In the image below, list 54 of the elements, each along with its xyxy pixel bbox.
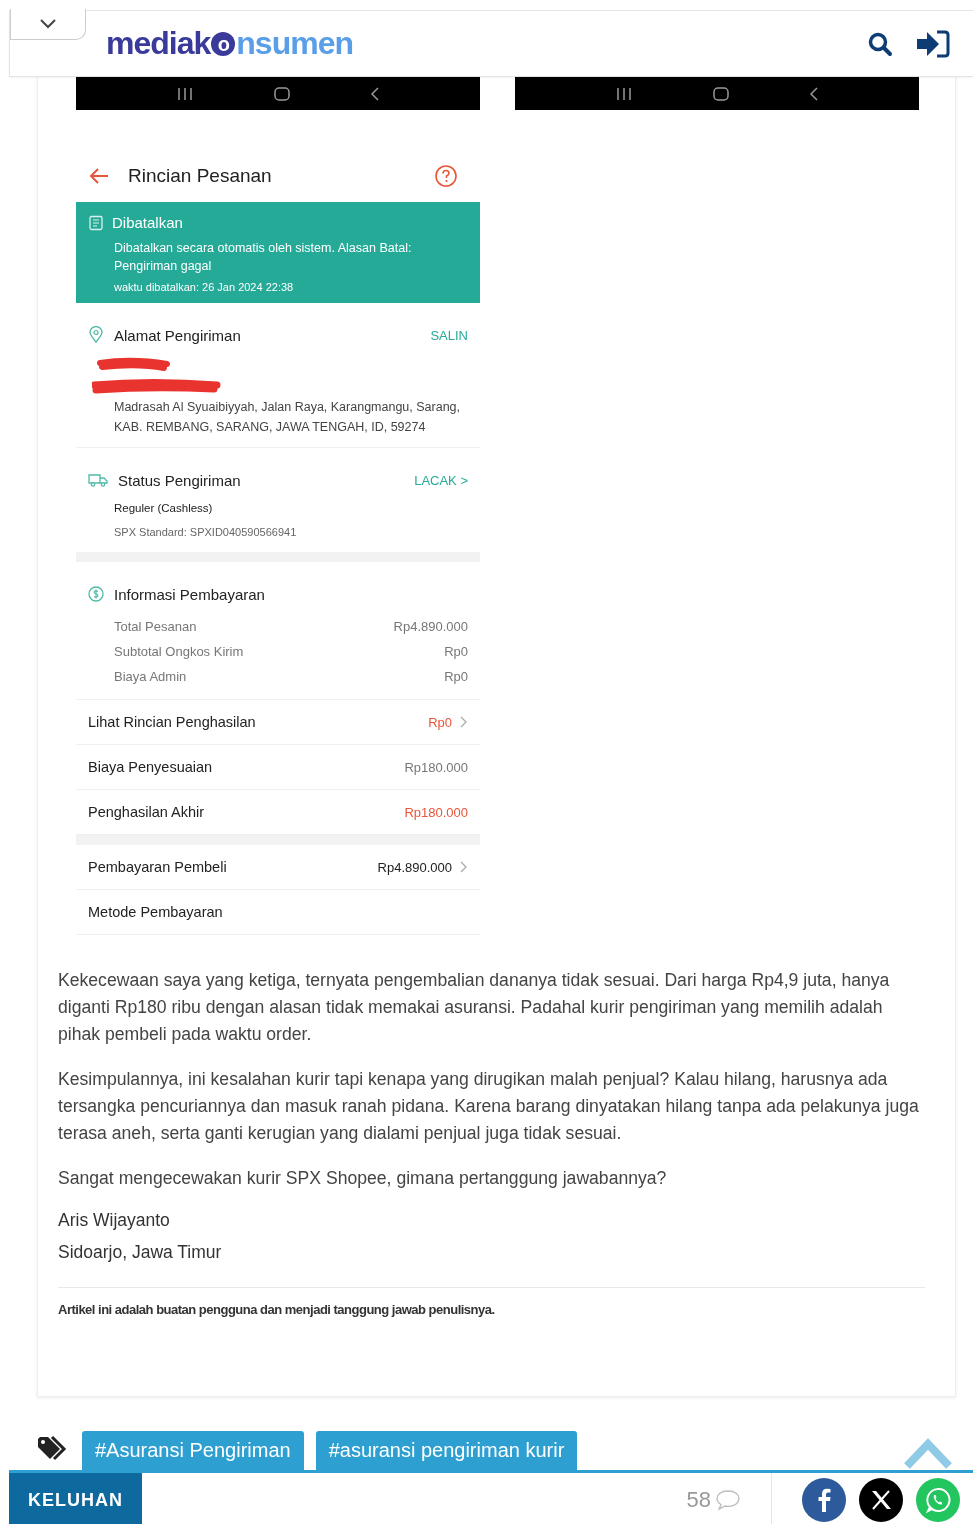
- document-icon: [88, 214, 104, 231]
- copy-link[interactable]: SALIN: [430, 327, 468, 343]
- author-location: Sidoarjo, Jawa Timur: [58, 1242, 223, 1263]
- site-logo[interactable]: mediak o nsumen: [106, 25, 353, 62]
- payment-value: Rp0: [444, 643, 468, 661]
- status-title: Dibatalkan: [112, 214, 183, 231]
- summary-row: Biaya Penyesuaian Rp180.000: [76, 745, 480, 790]
- summary-row: Penghasilan Akhir Rp180.000: [76, 790, 480, 835]
- section-title: Alamat Pengiriman: [114, 326, 242, 344]
- chevron-down-icon: [38, 18, 58, 30]
- chevron-right-icon: [458, 715, 468, 729]
- payment-label: Subtotal Ongkos Kirim: [114, 643, 244, 661]
- article-paragraph: Kekecewaan saya yang ketiga, ternyata pengembalian dananya tidak sesuai. Dari harga Rp4,9 juta, hanya diganti Rp180 ribu dengan alasan tidak memakai asuransi. Padahal kurir pengiriman yang memilih adalah pihak pembeli pada waktu order.: [58, 969, 891, 1046]
- tag-link[interactable]: #asuransi pengiriman kurir: [315, 1431, 578, 1470]
- shipping-service: Reguler (Cashless): [114, 502, 214, 514]
- back-arrow-icon[interactable]: [88, 167, 110, 185]
- back-icon: [369, 85, 381, 102]
- payment-label: Total Pesanan: [114, 618, 197, 636]
- help-icon[interactable]: [434, 164, 458, 188]
- home-icon: [273, 85, 291, 102]
- home-icon: [712, 85, 730, 102]
- tag-link[interactable]: #Asuransi Pengiriman: [82, 1431, 304, 1470]
- section-title: Informasi Pembayaran: [114, 585, 266, 603]
- detail-row[interactable]: Lihat Rincian Penghasilan Rp0: [76, 700, 480, 745]
- address-text: Madrasah Al Syuaibiyyah, Jalan Raya, Karangmangu, Sarang, KAB. REMBANG, SARANG, JAWA TENGAH, ID, 59274: [114, 399, 462, 436]
- dollar-icon: [88, 586, 104, 602]
- truck-icon: [88, 473, 108, 487]
- tracking-number: SPX Standard: SPXID040590566941: [114, 526, 298, 538]
- whatsapp-button[interactable]: [916, 1478, 960, 1522]
- search-icon[interactable]: [867, 30, 893, 57]
- summary-row: Metode Pembayaran: [76, 890, 480, 935]
- payment-label: Biaya Admin: [114, 668, 187, 686]
- detail-row[interactable]: Pembayaran Pembeli Rp4.890.000: [76, 835, 480, 890]
- section-title: Status Pengiriman: [118, 471, 242, 489]
- category-button[interactable]: KELUHAN: [9, 1473, 142, 1524]
- chevron-right-icon: [458, 860, 468, 874]
- disclaimer-text: Artikel ini adalah buatan pengguna dan menjadi tanggung jawab penulisnya.: [58, 1302, 496, 1317]
- comment-icon[interactable]: [715, 1489, 741, 1511]
- payment-value: Rp0: [444, 668, 468, 686]
- facebook-button[interactable]: [802, 1478, 846, 1522]
- payment-value: Rp4.890.000: [393, 618, 468, 636]
- article-paragraph: Kesimpulannya, ini kesalahan kurir tapi kenapa yang dirugikan malah penjual? Kalau hilang, harusnya ada tersangka pencuriannya dan masuk ranah pidana. Karena barang dinyatakan hilang tanpa ada pelakunya juga terasa aneh, serta ganti kerugian yang dialami penjual juga tidak sesuai.: [58, 1068, 920, 1145]
- comment-count[interactable]: 58: [686, 1487, 711, 1513]
- track-link[interactable]: LACAK >: [414, 472, 468, 488]
- status-message: Dibatalkan secara otomatis oleh sistem. Alasan Batal: Pengiriman gagal: [114, 240, 413, 275]
- recent-apps-icon: [614, 85, 634, 102]
- recent-apps-icon: [175, 85, 195, 102]
- cancel-time: waktu dibatalkan: 26 Jan 2024 22:38: [114, 281, 295, 293]
- back-icon: [808, 85, 820, 102]
- location-pin-icon: [88, 326, 104, 344]
- author-name: Aris Wijayanto: [58, 1210, 171, 1231]
- x-share-button[interactable]: [859, 1478, 903, 1522]
- page-title: Rincian Pesanan: [128, 165, 273, 187]
- article-paragraph: Sangat mengecewakan kurir SPX Shopee, gimana pertanggung jawabannya?: [58, 1167, 668, 1190]
